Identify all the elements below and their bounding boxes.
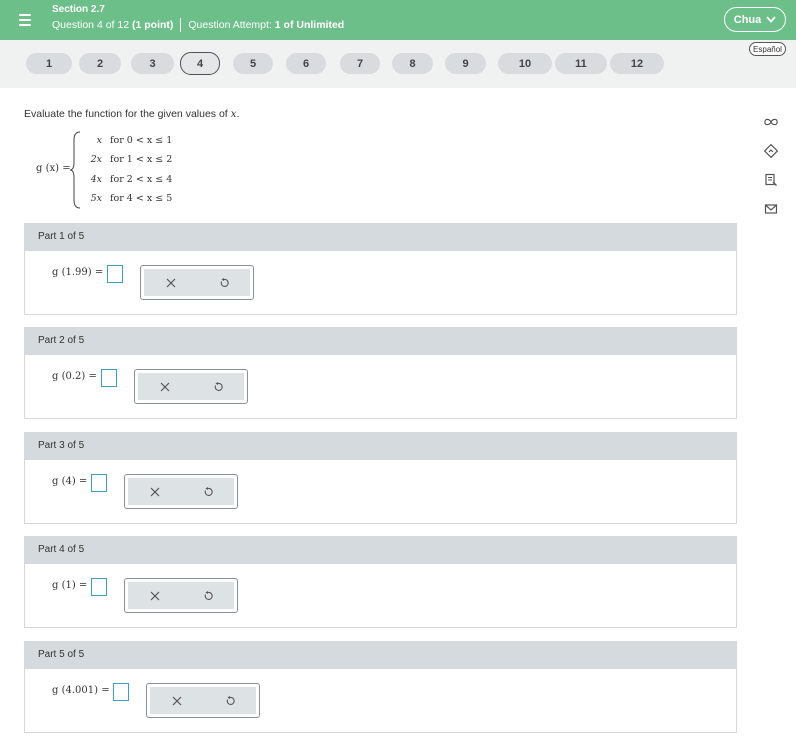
divider [180,18,182,32]
close-icon [150,591,159,600]
prompt-text: Evaluate the function for the given valu… [24,108,231,120]
question-info: Question 4 of 12 (1 point) Question Atte… [52,18,344,32]
undo-icon [204,590,213,600]
part-expression: g (4) = [52,476,88,487]
attempt-label: Question Attempt: [188,19,272,31]
question-navigation: 1 2 3 4 5 6 7 8 9 10 11 12 Español [0,40,796,88]
question-prompt: Evaluate the function for the given valu… [24,108,239,120]
piece-expression: x [96,135,102,146]
infinity-icon[interactable] [762,113,780,131]
part-expression: g (0.2) = [52,371,97,382]
answer-input[interactable] [91,578,107,596]
piece-condition: for 2 < x ≤ 4 [110,174,173,185]
part-expression: g (1.99) = [52,267,104,278]
part-4-panel: Part 4 of 5 g (1) = [24,536,737,628]
clear-button[interactable] [145,482,165,502]
undo-icon [214,381,223,391]
part-expression: g (4.001) = [52,685,110,696]
part-5-panel: Part 5 of 5 g (4.001) = [24,641,737,733]
part-title: Part 5 of 5 [25,642,736,669]
top-header: Section 2.7 Question 4 of 12 (1 point) Q… [0,0,796,40]
piece-condition: for 1 < x ≤ 2 [110,154,173,165]
undo-icon [220,277,229,287]
close-icon [160,382,169,391]
function-label: g (x) = [36,163,71,174]
question-nav-7[interactable]: 7 [340,53,380,74]
undo-button[interactable] [198,482,218,502]
clear-button[interactable] [161,273,181,293]
undo-button[interactable] [214,273,234,293]
part-title: Part 4 of 5 [25,537,736,564]
question-nav-11[interactable]: 11 [555,53,607,74]
part-1-panel: Part 1 of 5 g (1.99) = [24,223,737,315]
undo-icon [204,486,213,496]
close-icon [172,696,181,705]
espanol-button[interactable]: Español [749,42,786,56]
clear-button[interactable] [155,377,175,397]
prompt-end: . [236,108,240,120]
question-nav-8[interactable]: 8 [392,53,433,74]
user-menu-button[interactable]: Chua [724,7,786,32]
question-nav-4[interactable]: 4 [180,52,220,75]
section-title: Section 2.7 [52,4,105,15]
notes-icon[interactable] [762,171,780,189]
mail-icon[interactable] [762,200,780,218]
answer-tools [146,683,260,718]
answer-tools [134,369,248,404]
part-title: Part 1 of 5 [25,224,736,251]
question-nav-1[interactable]: 1 [26,53,72,74]
question-points: (1 point) [131,19,174,31]
question-nav-6[interactable]: 6 [286,53,326,74]
answer-input[interactable] [91,474,107,492]
piece-condition: for 4 < x ≤ 5 [110,193,173,204]
undo-button[interactable] [208,377,228,397]
question-nav-12[interactable]: 12 [610,53,664,74]
question-nav-10[interactable]: 10 [498,53,552,74]
part-3-panel: Part 3 of 5 g (4) = [24,432,737,524]
clear-button[interactable] [145,586,165,606]
hamburger-menu-icon[interactable] [12,10,38,30]
question-nav-3[interactable]: 3 [131,53,174,74]
piece-expression: 4x [90,174,102,185]
answer-input[interactable] [107,265,123,283]
attempt-value: 1 of Unlimited [274,19,345,31]
part-title: Part 3 of 5 [25,433,736,460]
answer-tools [124,474,238,509]
undo-button[interactable] [220,691,240,711]
piece-expression: 2x [90,154,102,165]
user-name: Chua [733,13,762,26]
part-2-panel: Part 2 of 5 g (0.2) = [24,327,737,419]
answer-input[interactable] [113,683,129,701]
answer-tools [124,578,238,613]
question-nav-2[interactable]: 2 [79,53,121,74]
answer-tools [140,265,254,300]
close-icon [150,487,159,496]
close-icon [166,278,175,287]
question-number: Question 4 of 12 [52,19,130,31]
answer-input[interactable] [101,369,117,387]
question-nav-9[interactable]: 9 [445,53,486,74]
question-nav-5[interactable]: 5 [233,53,273,74]
clear-button[interactable] [167,691,187,711]
undo-button[interactable] [198,586,218,606]
part-title: Part 2 of 5 [25,328,736,355]
compass-icon[interactable] [762,142,780,160]
undo-icon [226,695,235,705]
part-expression: g (1) = [52,580,88,591]
piece-condition: for 0 < x ≤ 1 [110,135,173,146]
piece-expression: 5x [90,193,102,204]
chevron-down-icon [766,16,776,23]
